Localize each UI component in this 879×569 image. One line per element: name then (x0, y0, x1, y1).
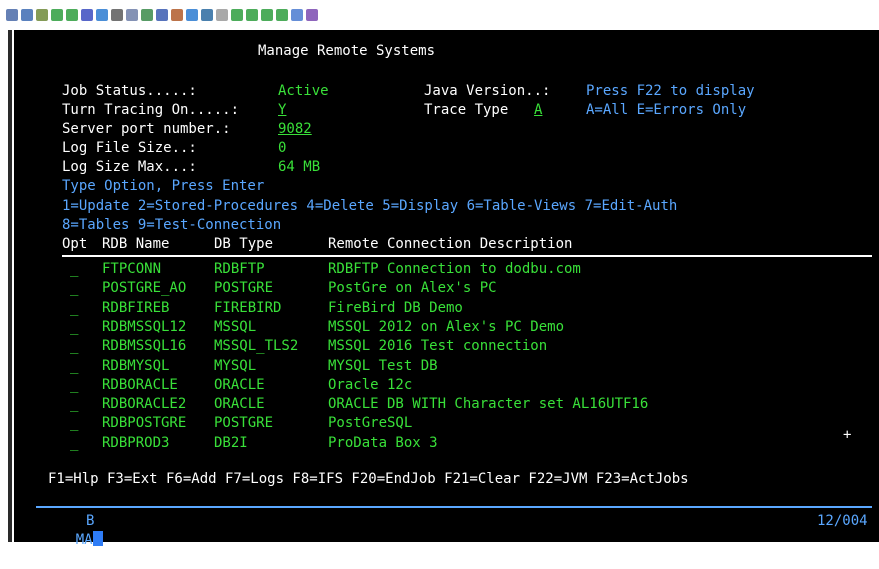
row-description: MSSQL 2016 Test connection (328, 338, 548, 354)
mode-indicator: MA (75, 532, 93, 548)
row-rdb-name: FTPCONN (102, 261, 162, 277)
row-description: PostGreSQL (328, 415, 413, 431)
java-version-value: Press F22 to display (586, 83, 755, 99)
row-rdb-name: RDBPOSTGRE (102, 415, 187, 431)
trace-type-hint: A=All E=Errors Only (586, 102, 747, 118)
help-icon[interactable] (306, 9, 318, 21)
row-option-input[interactable]: _ (70, 414, 78, 433)
java-version-label: Java Version..: (424, 83, 551, 99)
row-rdb-name: RDBFIREB (102, 300, 170, 316)
terminal-screen[interactable]: Manage Remote Systems Job Status.....: A… (14, 30, 879, 548)
screen-icon[interactable] (111, 9, 123, 21)
log-file-size-label: Log File Size..: (62, 140, 197, 156)
row-rdb-name: RDBMSSQL12 (102, 319, 187, 335)
row-option-input[interactable]: _ (70, 357, 78, 376)
row-db-type: RDBFTP (214, 261, 265, 277)
row-description: MSSQL 2012 on Alex's PC Demo (328, 319, 565, 335)
doc-icon[interactable] (291, 9, 303, 21)
trace-type-input[interactable]: A (534, 101, 542, 120)
screen-title: Manage Remote Systems (258, 43, 436, 59)
header-db-type: DB Type (214, 236, 274, 252)
window-left-edge (0, 30, 14, 542)
refresh-icon[interactable] (96, 9, 108, 21)
row-db-type: ORACLE (214, 396, 265, 412)
cursor-position: 12/004 (817, 513, 868, 529)
user-icon[interactable] (231, 9, 243, 21)
copy-icon[interactable] (21, 9, 33, 21)
trace-type-label: Trace Type (424, 102, 509, 118)
options-line-1: 1=Update 2=Stored-Procedures 4=Delete 5=… (62, 198, 678, 214)
row-db-type: MSSQL (214, 319, 257, 335)
row-option-input[interactable]: _ (70, 376, 78, 395)
row-rdb-name: RDBORACLE2 (102, 396, 187, 412)
row-db-type: POSTGRE (214, 415, 274, 431)
session-indicator: B (86, 513, 95, 529)
paste-icon[interactable] (36, 9, 48, 21)
file-icon[interactable] (81, 9, 93, 21)
emulator-toolbar (0, 0, 879, 30)
port-label: Server port number.: (62, 121, 231, 137)
row-description: MYSQL Test DB (328, 358, 438, 374)
row-rdb-name: POSTGRE_AO (102, 280, 187, 296)
receive-icon[interactable] (66, 9, 78, 21)
row-option-input[interactable]: _ (70, 318, 78, 337)
row-db-type: MYSQL (214, 358, 257, 374)
instructions: Type Option, Press Enter (62, 178, 265, 194)
toolbar-icon-14[interactable] (201, 9, 213, 21)
row-description: PostGre on Alex's PC (328, 280, 497, 296)
row-description: RDBFTP Connection to dodbu.com (328, 261, 581, 277)
row-db-type: ORACLE (214, 377, 265, 393)
row-option-input[interactable]: _ (70, 337, 78, 356)
row-description: ORACLE DB WITH Character set AL16UTF16 (328, 396, 649, 412)
row-description: ProData Box 3 (328, 435, 438, 451)
log-size-max-value: 64 MB (278, 159, 321, 175)
send-icon[interactable] (51, 9, 63, 21)
row-rdb-name: RDBPROD3 (102, 435, 170, 451)
row-option-input[interactable]: _ (70, 434, 78, 453)
toolbar-icon-10[interactable] (141, 9, 153, 21)
toolbar-icon-9[interactable] (126, 9, 138, 21)
status-divider (36, 506, 872, 508)
row-db-type: MSSQL_TLS2 (214, 338, 299, 354)
row-description: Oracle 12c (328, 377, 413, 393)
row-option-input[interactable]: _ (70, 395, 78, 414)
row-db-type: DB2I (214, 435, 248, 451)
row-description: FireBird DB Demo (328, 300, 463, 316)
more-indicator: + (843, 427, 852, 443)
tracing-input[interactable]: Y (278, 101, 286, 120)
row-db-type: FIREBIRD (214, 300, 282, 316)
options-line-2: 8=Tables 9=Test-Connection (62, 217, 282, 233)
row-db-type: POSTGRE (214, 280, 274, 296)
row-rdb-name: RDBORACLE (102, 377, 178, 393)
port-input[interactable]: 9082 (278, 120, 312, 139)
log-size-max-label: Log Size Max...: (62, 159, 197, 175)
transfer-icon[interactable] (246, 9, 258, 21)
cursor-block (92, 531, 103, 546)
stats-icon[interactable] (276, 9, 288, 21)
toolbar-icon-12[interactable] (171, 9, 183, 21)
row-rdb-name: RDBMYSQL (102, 358, 170, 374)
header-rdb-name: RDB Name (102, 236, 170, 252)
tracing-label: Turn Tracing On.....: (62, 102, 240, 118)
function-keys: F1=Hlp F3=Ext F6=Add F7=Logs F8=IFS F20=… (48, 471, 689, 487)
toolbar-icon-13[interactable] (186, 9, 198, 21)
row-rdb-name: RDBMSSQL16 (102, 338, 187, 354)
tools-icon[interactable] (216, 9, 228, 21)
header-description: Remote Connection Description (328, 236, 573, 252)
row-option-input[interactable]: _ (70, 260, 78, 279)
job-status-label: Job Status.....: (62, 83, 197, 99)
row-option-input[interactable]: _ (70, 279, 78, 298)
toolbar-icon-11[interactable] (156, 9, 168, 21)
chart-icon[interactable] (261, 9, 273, 21)
header-opt: Opt (62, 236, 88, 252)
job-status-value: Active (278, 83, 329, 99)
log-file-size-value: 0 (278, 140, 287, 156)
row-option-input[interactable]: _ (70, 299, 78, 318)
app-icon[interactable] (6, 9, 18, 21)
